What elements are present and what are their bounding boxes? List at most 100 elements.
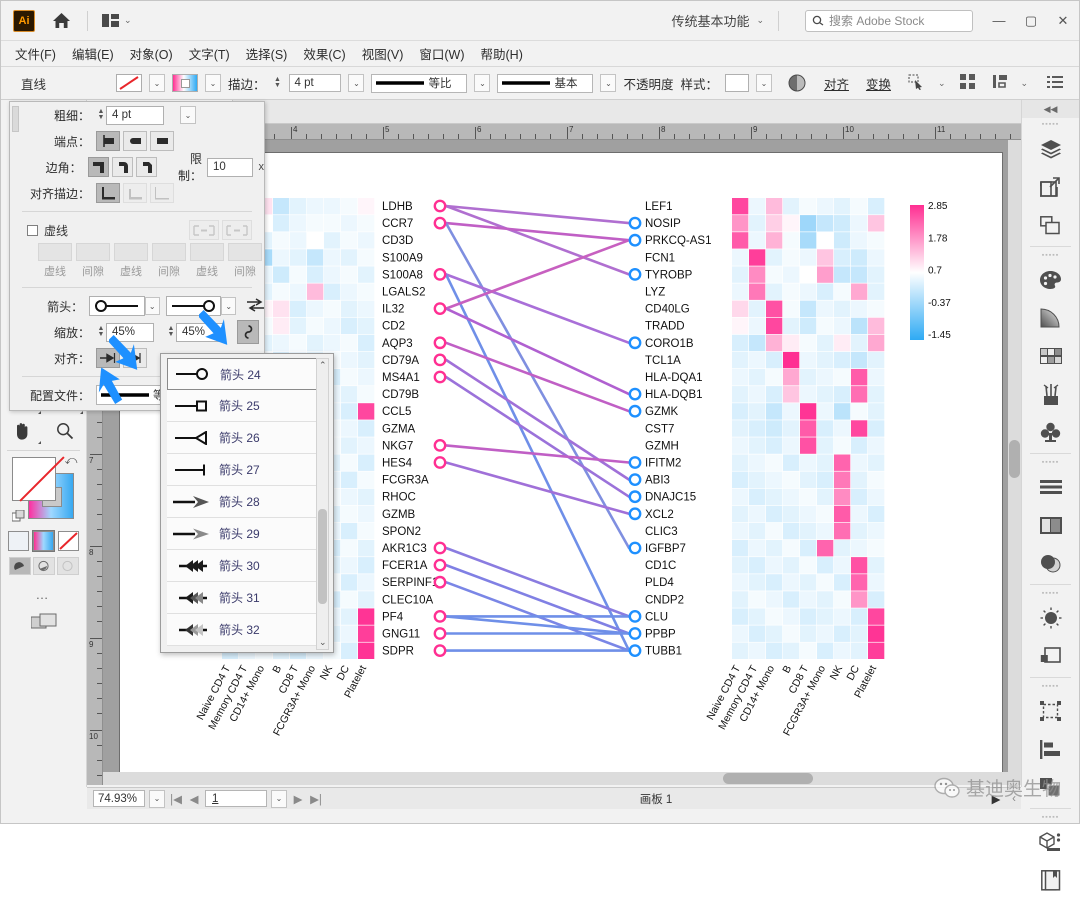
previous-artboard-button[interactable]: ◀ bbox=[187, 792, 201, 806]
zoom-level-input[interactable]: 74.93% bbox=[93, 790, 145, 807]
more-tools-button[interactable]: … bbox=[1, 587, 86, 602]
arrowhead-option-4[interactable]: 箭头 28 bbox=[167, 486, 319, 518]
fill-proxy[interactable] bbox=[11, 456, 65, 502]
arrowhead-dropdown-menu[interactable]: 箭头 24 箭头 25 箭头 26 箭头 27 箭头 28 箭头 29 箭头 3… bbox=[160, 353, 334, 653]
chevron-down-icon[interactable]: ⌄ bbox=[1021, 78, 1029, 89]
dash-adjust-button[interactable] bbox=[222, 220, 252, 240]
artboard-dropdown[interactable]: ⌄ bbox=[271, 789, 287, 808]
arrowhead-option-7[interactable]: 箭头 31 bbox=[167, 582, 319, 614]
gradient-mode-button[interactable] bbox=[32, 530, 55, 552]
swap-fill-stroke-icon[interactable]: ⤺ bbox=[65, 453, 78, 468]
maximize-button[interactable]: ▢ bbox=[1015, 8, 1047, 34]
color-mode-button[interactable] bbox=[8, 531, 29, 551]
butt-cap-button[interactable] bbox=[96, 131, 120, 151]
gap-input-3[interactable] bbox=[228, 243, 262, 261]
dash-preserve-exact-button[interactable] bbox=[189, 220, 219, 240]
recolor-artwork-icon[interactable] bbox=[787, 73, 807, 93]
transparency-panel-icon[interactable] bbox=[1022, 544, 1079, 582]
screen-mode-icon[interactable] bbox=[1, 612, 86, 632]
transform-button[interactable]: 变换 bbox=[866, 74, 891, 93]
canvas-horizontal-scrollbar[interactable] bbox=[103, 772, 1021, 785]
stroke-swatch[interactable] bbox=[171, 74, 198, 92]
arrowhead-option-0[interactable]: 箭头 24 bbox=[167, 358, 319, 390]
artboards-panel-icon[interactable] bbox=[1022, 206, 1079, 244]
dashed-line-checkbox[interactable] bbox=[27, 224, 38, 236]
close-button[interactable]: ✕ bbox=[1047, 8, 1079, 34]
bevel-join-button[interactable] bbox=[136, 157, 158, 177]
3d-panel-icon[interactable] bbox=[1022, 823, 1079, 861]
zoom-dropdown[interactable]: ⌄ bbox=[149, 789, 165, 808]
align-stroke-outside-button[interactable] bbox=[150, 183, 174, 203]
miter-join-button[interactable] bbox=[87, 157, 109, 177]
scale-end-stepper[interactable]: ▲ ▼ bbox=[166, 323, 176, 341]
scrollbar-thumb[interactable] bbox=[723, 773, 813, 784]
gap-input-1[interactable] bbox=[76, 243, 110, 261]
last-artboard-button[interactable]: ▶| bbox=[309, 792, 323, 806]
collapse-panels-icon[interactable]: ◀◀ bbox=[1022, 100, 1079, 118]
align-stroke-center-button[interactable] bbox=[96, 183, 120, 203]
arrowhead-option-1[interactable]: 箭头 25 bbox=[167, 390, 319, 422]
align-button[interactable]: 对齐 bbox=[824, 74, 849, 93]
arrowhead-option-8[interactable]: 箭头 32 bbox=[167, 614, 319, 646]
home-icon[interactable] bbox=[49, 9, 73, 33]
arrowhead-start-dropdown[interactable]: ⌄ bbox=[144, 297, 160, 315]
distribute-icon[interactable] bbox=[959, 73, 976, 93]
stroke-weight-stepper[interactable]: ▲ ▼ bbox=[272, 74, 282, 92]
arrange-documents-icon[interactable]: ⌄ bbox=[102, 14, 132, 27]
search-adobe-stock-input[interactable]: 搜索 Adobe Stock bbox=[805, 9, 973, 32]
panel-grip[interactable] bbox=[12, 106, 19, 132]
dash-input-3[interactable] bbox=[190, 243, 224, 261]
libraries-panel-icon[interactable] bbox=[1022, 861, 1079, 899]
symbols-panel-icon[interactable] bbox=[1022, 413, 1079, 451]
menu-item-select[interactable]: 选择(S) bbox=[246, 44, 288, 63]
gradient-panel-icon[interactable] bbox=[1022, 299, 1079, 337]
workspace-switcher[interactable]: 传统基本功能 bbox=[671, 11, 749, 30]
miter-limit-input[interactable]: 10 bbox=[207, 157, 254, 177]
arrowhead-start-preview[interactable] bbox=[89, 296, 145, 316]
draw-behind-button[interactable] bbox=[32, 557, 55, 575]
zoom-tool[interactable] bbox=[44, 416, 87, 446]
variable-width-profile[interactable]: 等比 bbox=[371, 73, 468, 93]
pathfinder-panel-icon[interactable] bbox=[1022, 637, 1079, 675]
menu-item-window[interactable]: 窗口(W) bbox=[419, 44, 464, 63]
projecting-cap-button[interactable] bbox=[150, 131, 174, 151]
arrowhead-option-2[interactable]: 箭头 26 bbox=[167, 422, 319, 454]
fill-swatch[interactable] bbox=[115, 74, 142, 92]
next-artboard-button[interactable]: ▶ bbox=[291, 792, 305, 806]
draw-inside-button[interactable] bbox=[56, 557, 79, 575]
round-join-button[interactable] bbox=[111, 157, 134, 177]
dash-input-1[interactable] bbox=[38, 243, 72, 261]
more-options-icon[interactable] bbox=[1047, 75, 1064, 92]
hand-tool[interactable] bbox=[1, 416, 44, 446]
style-dropdown[interactable]: ⌄ bbox=[755, 74, 772, 92]
menu-item-type[interactable]: 文字(T) bbox=[189, 44, 230, 63]
gap-input-2[interactable] bbox=[152, 243, 186, 261]
brush-definition[interactable]: 基本 bbox=[497, 73, 594, 93]
scrollbar-thumb[interactable] bbox=[1009, 440, 1020, 478]
menu-item-file[interactable]: 文件(F) bbox=[15, 44, 56, 63]
graphic-style-swatch[interactable] bbox=[724, 74, 749, 92]
gradient-strip-icon[interactable] bbox=[1022, 506, 1079, 544]
align-objects-panel-icon[interactable] bbox=[1022, 730, 1079, 768]
layers-panel-icon[interactable] bbox=[1022, 130, 1079, 168]
stroke-weight-dropdown[interactable]: ⌄ bbox=[348, 74, 365, 92]
round-cap-button[interactable] bbox=[123, 131, 147, 151]
menu-item-help[interactable]: 帮助(H) bbox=[481, 44, 523, 63]
scrollbar-thumb[interactable] bbox=[318, 509, 327, 604]
export-panel-icon[interactable] bbox=[1022, 168, 1079, 206]
dash-input-2[interactable] bbox=[114, 243, 148, 261]
menu-item-view[interactable]: 视图(V) bbox=[362, 44, 404, 63]
minimize-button[interactable]: — bbox=[983, 8, 1015, 34]
transform-panel-icon[interactable] bbox=[1022, 692, 1079, 730]
swatches-panel-icon[interactable] bbox=[1022, 261, 1079, 299]
first-artboard-button[interactable]: |◀ bbox=[169, 792, 183, 806]
brush-dropdown[interactable]: ⌄ bbox=[600, 74, 617, 92]
menu-item-edit[interactable]: 编辑(E) bbox=[72, 44, 114, 63]
align-panel-icon[interactable] bbox=[1022, 468, 1079, 506]
scroll-up-icon[interactable]: ⌃ bbox=[319, 360, 327, 371]
chevron-down-icon[interactable]: ⌄ bbox=[938, 78, 946, 89]
menu-item-object[interactable]: 对象(O) bbox=[130, 44, 173, 63]
scale-start-stepper[interactable]: ▲ ▼ bbox=[96, 323, 106, 341]
menu-item-effect[interactable]: 效果(C) bbox=[303, 44, 345, 63]
draw-normal-button[interactable] bbox=[8, 557, 31, 575]
